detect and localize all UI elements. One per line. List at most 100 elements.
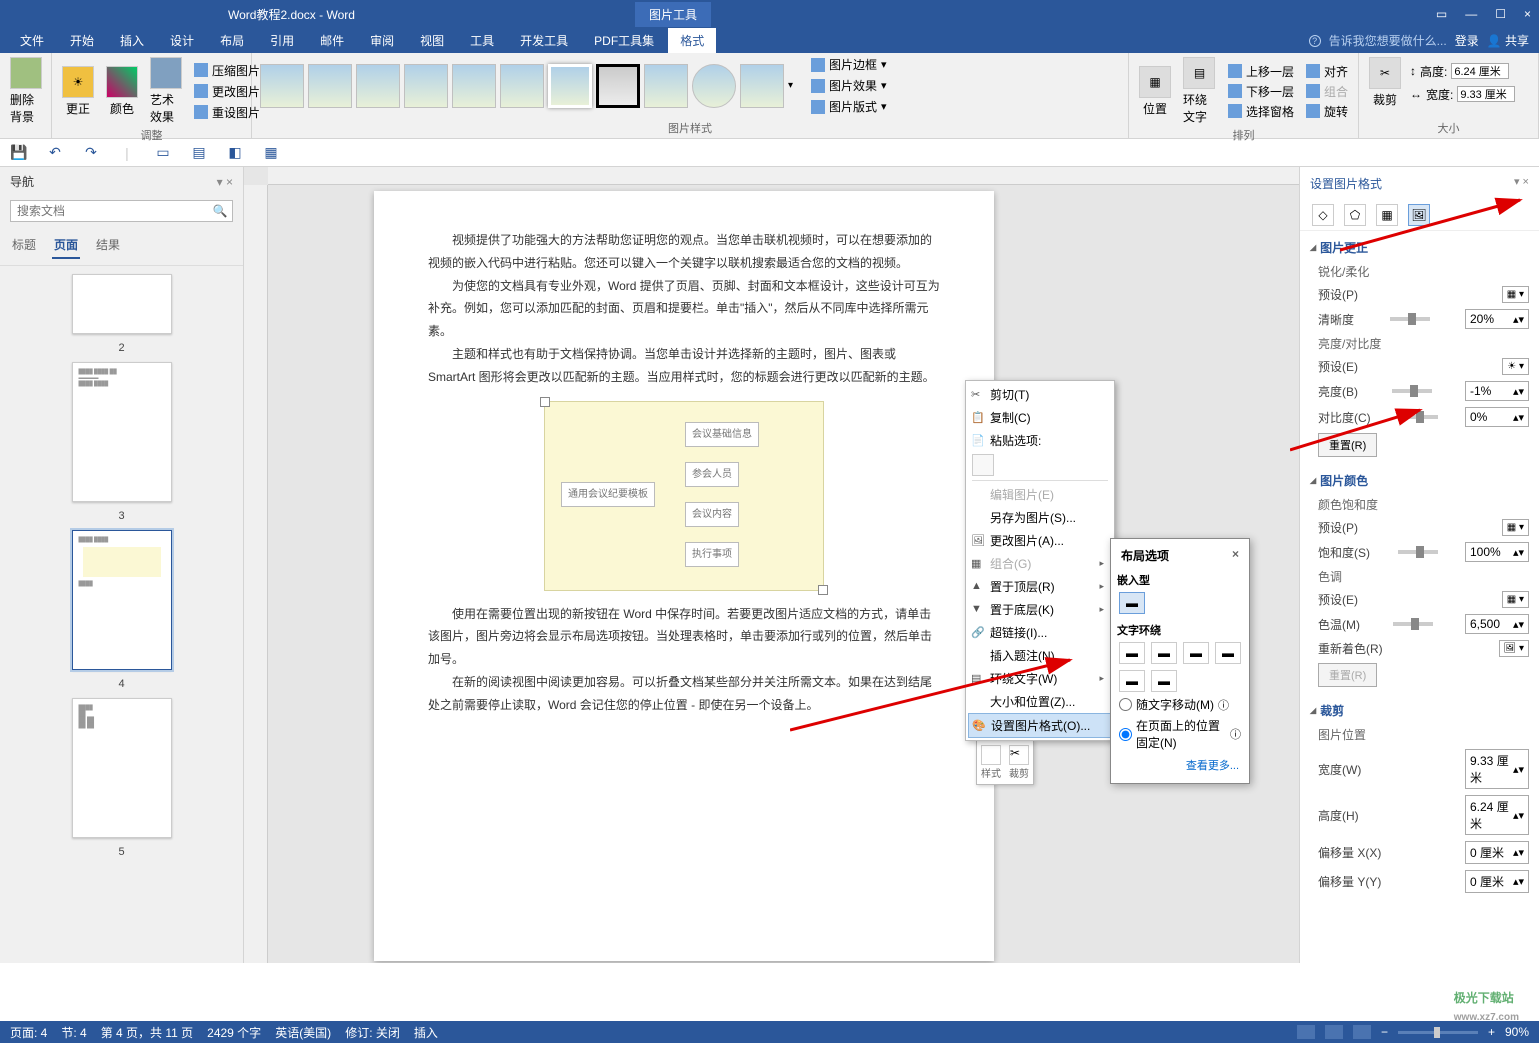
selected-picture[interactable]: 通用会议纪要模板 会议基础信息 参会人员 会议内容 执行事项 — [544, 401, 824, 591]
tab-references[interactable]: 引用 — [258, 28, 306, 53]
ctx-size-position[interactable]: 大小和位置(Z)... — [968, 690, 1112, 713]
view-read-icon[interactable] — [1297, 1025, 1315, 1039]
fmt-layout-icon[interactable]: ▦ — [1376, 204, 1398, 226]
crop-offsety-input[interactable]: 0 厘米▴▾ — [1465, 870, 1529, 893]
ctx-change-picture[interactable]: 🖼更改图片(A)... — [968, 529, 1112, 552]
style-11[interactable] — [740, 64, 784, 108]
nav-tab-pages[interactable]: 页面 — [52, 232, 80, 259]
style-7[interactable] — [548, 64, 592, 108]
fmt-fill-icon[interactable]: ◇ — [1312, 204, 1334, 226]
bring-forward-button[interactable]: 上移一层 — [1224, 62, 1298, 81]
tab-file[interactable]: 文件 — [8, 28, 56, 53]
zoom-level[interactable]: 90% — [1505, 1025, 1529, 1039]
preset-bc-button[interactable]: ☀ ▾ — [1502, 358, 1529, 375]
clarity-input[interactable]: 20%▴▾ — [1465, 309, 1529, 329]
remove-background-button[interactable]: 删除背景 — [6, 55, 45, 127]
ctx-format-picture[interactable]: 🎨设置图片格式(O)... — [968, 713, 1112, 738]
contrast-slider[interactable] — [1398, 415, 1438, 419]
status-revision[interactable]: 修订: 关闭 — [345, 1024, 400, 1041]
layout-wrap-2[interactable]: ▬ — [1151, 642, 1177, 664]
status-pages[interactable]: 第 4 页，共 11 页 — [101, 1024, 193, 1041]
preset-sat-button[interactable]: ▦ ▾ — [1502, 519, 1529, 536]
nav-tab-results[interactable]: 结果 — [94, 232, 122, 259]
mini-crop-button[interactable]: ✂ — [1009, 745, 1029, 765]
thumb-3[interactable]: ████ ████ ██▬▬▬▬████ ████ — [72, 362, 172, 502]
picture-effects-button[interactable]: 图片效果 ▾ — [807, 76, 891, 95]
ctx-save-as-picture[interactable]: 另存为图片(S)... — [968, 506, 1112, 529]
contrast-input[interactable]: 0%▴▾ — [1465, 407, 1529, 427]
para-4[interactable]: 使用在需要位置出现的新按钮在 Word 中保存时间。若要更改图片适应文档的方式，… — [428, 603, 940, 671]
ctx-bring-front[interactable]: ▲置于顶层(R)▸ — [968, 575, 1112, 598]
vertical-ruler[interactable] — [244, 185, 268, 963]
tab-pdf[interactable]: PDF工具集 — [582, 28, 666, 53]
style-4[interactable] — [404, 64, 448, 108]
para-5[interactable]: 在新的阅读视图中阅读更加容易。可以折叠文档某些部分并关注所需文本。如果在达到结尾… — [428, 671, 940, 717]
login-link[interactable]: 登录 — [1455, 32, 1479, 49]
tab-design[interactable]: 设计 — [158, 28, 206, 53]
status-words[interactable]: 2429 个字 — [207, 1024, 261, 1041]
status-insert[interactable]: 插入 — [414, 1024, 438, 1041]
share-button[interactable]: 👤 共享 — [1487, 32, 1529, 49]
ctx-hyperlink[interactable]: 🔗超链接(I)... — [968, 621, 1112, 644]
recolor-button[interactable]: 🖼 ▾ — [1499, 640, 1530, 657]
artistic-button[interactable]: 艺术效果 — [146, 55, 186, 127]
tab-home[interactable]: 开始 — [58, 28, 106, 53]
status-page[interactable]: 页面: 4 — [10, 1024, 47, 1041]
layout-wrap-1[interactable]: ▬ — [1119, 642, 1145, 664]
crop-height-input[interactable]: 6.24 厘米▴▾ — [1465, 795, 1529, 835]
section-color[interactable]: 图片颜色 — [1310, 468, 1529, 493]
para-1[interactable]: 视频提供了功能强大的方法帮助您证明您的观点。当您单击联机视频时，可以在想要添加的… — [428, 229, 940, 275]
paste-option-1[interactable] — [972, 454, 994, 476]
brightness-slider[interactable] — [1392, 389, 1432, 393]
zoom-slider[interactable] — [1398, 1031, 1478, 1034]
layout-inline-option[interactable]: ▬ — [1119, 592, 1145, 614]
ctx-wrap-text[interactable]: ▤环绕文字(W)▸ — [968, 667, 1112, 690]
thumb-5[interactable]: ████████ ████ ██ — [72, 698, 172, 838]
layout-wrap-6[interactable]: ▬ — [1151, 670, 1177, 692]
close-icon[interactable]: × — [1524, 7, 1531, 21]
zoom-out-icon[interactable]: − — [1381, 1025, 1388, 1039]
section-corrections[interactable]: 图片更正 — [1310, 235, 1529, 260]
send-backward-button[interactable]: 下移一层 — [1224, 82, 1298, 101]
nav-search[interactable]: 🔍 — [10, 200, 233, 222]
style-10[interactable] — [692, 64, 736, 108]
tell-me[interactable]: 告诉我您想要做什么... — [1329, 32, 1447, 49]
layout-close-icon[interactable]: × — [1232, 547, 1239, 564]
horizontal-ruler[interactable] — [268, 167, 1299, 185]
brightness-input[interactable]: -1%▴▾ — [1465, 381, 1529, 401]
crop-offsetx-input[interactable]: 0 厘米▴▾ — [1465, 841, 1529, 864]
maximize-icon[interactable]: ☐ — [1495, 7, 1506, 21]
clarity-slider[interactable] — [1390, 317, 1430, 321]
para-3[interactable]: 主题和样式也有助于文档保持协调。当您单击设计并选择新的主题时，图片、图表或 Sm… — [428, 343, 940, 389]
picture-styles-gallery[interactable]: ▾ — [258, 62, 795, 110]
reset-color-button[interactable]: 重置(R) — [1318, 663, 1377, 687]
height-input[interactable] — [1451, 63, 1509, 79]
qat-icon-2[interactable]: ▤ — [190, 144, 208, 162]
color-button[interactable]: 颜色 — [102, 64, 142, 119]
thumb-2[interactable] — [72, 274, 172, 334]
style-2[interactable] — [308, 64, 352, 108]
ctx-cut[interactable]: ✂剪切(T) — [968, 383, 1112, 406]
tab-tools[interactable]: 工具 — [458, 28, 506, 53]
tab-format[interactable]: 格式 — [668, 28, 716, 53]
style-5[interactable] — [452, 64, 496, 108]
saturation-input[interactable]: 100%▴▾ — [1465, 542, 1529, 562]
style-8[interactable] — [596, 64, 640, 108]
tab-layout[interactable]: 布局 — [208, 28, 256, 53]
fmt-picture-icon[interactable]: 🖼 — [1408, 204, 1430, 226]
nav-close-icon[interactable]: ▾ × — [217, 175, 233, 189]
fmt-effects-icon[interactable]: ⬠ — [1344, 204, 1366, 226]
style-1[interactable] — [260, 64, 304, 108]
preset-tone-button[interactable]: ▦ ▾ — [1502, 591, 1529, 608]
corrections-button[interactable]: ☀更正 — [58, 64, 98, 119]
layout-wrap-3[interactable]: ▬ — [1183, 642, 1209, 664]
tab-view[interactable]: 视图 — [408, 28, 456, 53]
view-print-icon[interactable] — [1325, 1025, 1343, 1039]
temperature-slider[interactable] — [1393, 622, 1433, 626]
tab-mail[interactable]: 邮件 — [308, 28, 356, 53]
width-input[interactable] — [1457, 86, 1515, 102]
section-crop[interactable]: 裁剪 — [1310, 698, 1529, 723]
picture-border-button[interactable]: 图片边框 ▾ — [807, 55, 891, 74]
page-canvas[interactable]: 视频提供了功能强大的方法帮助您证明您的观点。当您单击联机视频时，可以在想要添加的… — [374, 191, 994, 961]
qat-icon-3[interactable]: ◧ — [226, 144, 244, 162]
